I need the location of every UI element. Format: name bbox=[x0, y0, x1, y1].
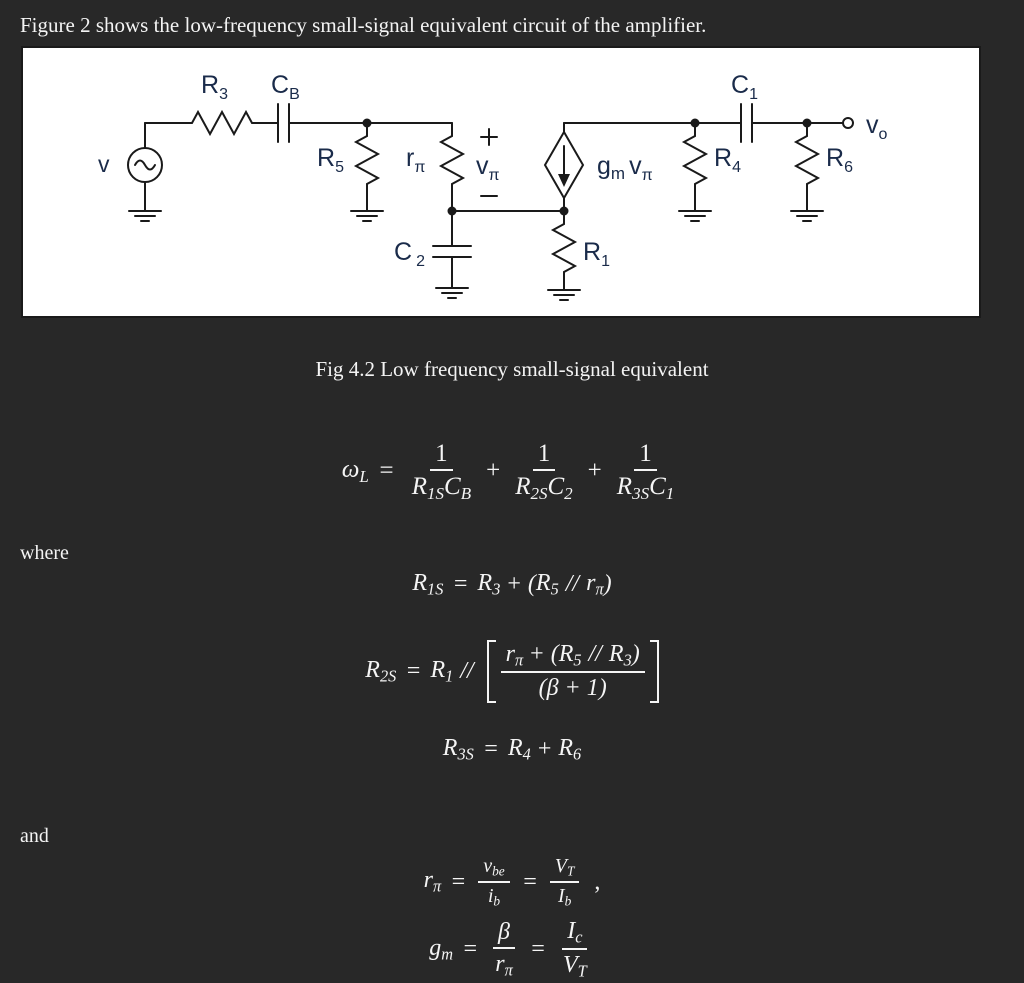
equation-r-pi: rπ = vbe ib = VT Ib , bbox=[0, 855, 1024, 909]
rpi-lhs: rπ bbox=[423, 867, 442, 896]
resistor-rpi-symbol bbox=[438, 122, 466, 212]
equation-r2s: R2S = R1 // rπ + (R5//R3) (β + 1) bbox=[0, 640, 1024, 703]
label-r3: R3 bbox=[201, 71, 228, 103]
figure-caption: Fig 4.2 Low frequency small-signal equiv… bbox=[315, 357, 709, 381]
bracket-right bbox=[649, 640, 659, 703]
r2s-lhs: R2S bbox=[365, 656, 397, 686]
circuit-svg: v R3 CB R5 rπ vπ C2 gm vπ R1 C1 R4 R6 vo bbox=[98, 71, 888, 301]
equals-sign: = bbox=[482, 736, 499, 763]
plus-sign-2: + bbox=[587, 457, 602, 485]
label-c1: C1 bbox=[731, 71, 758, 103]
label-c2: C2 bbox=[394, 238, 425, 270]
equation-r1s: R1S = R3 + ( R5 // rπ ) bbox=[0, 570, 1024, 600]
resistor-r3-symbol bbox=[185, 109, 259, 137]
equals-sign-1: = bbox=[462, 935, 479, 962]
label-r1: R1 bbox=[583, 238, 610, 270]
r2s-term-r1: R1 bbox=[430, 656, 454, 686]
fraction-term-1: 1 R1SCB bbox=[411, 440, 472, 503]
fraction-vbe-ib: vbe ib bbox=[478, 855, 510, 909]
intro-paragraph: Figure 2 shows the low-frequency small-s… bbox=[20, 13, 707, 37]
document-page: Figure 2 shows the low-frequency small-s… bbox=[0, 0, 1024, 983]
equals-sign-1: = bbox=[450, 868, 467, 895]
comma: , bbox=[594, 868, 601, 895]
parallel-operator: // bbox=[460, 657, 474, 684]
label-cb: CB bbox=[271, 71, 300, 103]
fraction-beta-rpi: β rπ bbox=[490, 919, 518, 980]
plus-sign-1: + bbox=[486, 457, 501, 485]
equals-sign: = bbox=[377, 457, 395, 485]
r1s-term-r5: R5 bbox=[535, 570, 559, 599]
label-r5: R5 bbox=[317, 144, 344, 176]
resistor-r6-symbol bbox=[793, 122, 821, 199]
equation-gm: gm = β rπ = Ic VT bbox=[0, 918, 1024, 981]
paren-open: ( bbox=[527, 571, 536, 598]
equation-r3s: R3S = R4 + R6 bbox=[0, 735, 1024, 765]
fraction-r2s: rπ + (R5//R3) (β + 1) bbox=[500, 641, 645, 702]
and-label: and bbox=[20, 825, 49, 847]
figure-circuit-diagram: v R3 CB R5 rπ vπ C2 gm vπ R1 C1 R4 R6 vo bbox=[21, 46, 981, 318]
label-r6: R6 bbox=[826, 144, 853, 176]
bracket-left bbox=[486, 640, 496, 703]
plus-sign: + bbox=[537, 736, 552, 763]
sine-wave-icon bbox=[134, 159, 156, 171]
r1s-term-rpi: rπ bbox=[586, 570, 604, 599]
label-r4: R4 bbox=[714, 144, 741, 176]
equals-sign-2: = bbox=[529, 935, 546, 962]
label-vo: vo bbox=[866, 111, 888, 143]
paren-close: ) bbox=[603, 571, 612, 598]
plus-sign: + bbox=[507, 571, 521, 598]
fraction-ic-vt: Ic VT bbox=[562, 918, 588, 981]
bracket-group: rπ + (R5//R3) (β + 1) bbox=[486, 640, 659, 703]
resistor-r4-symbol bbox=[681, 122, 709, 199]
output-terminal-circle bbox=[842, 117, 854, 129]
equals-sign: = bbox=[452, 571, 469, 598]
fraction-vt-ib: VT Ib bbox=[549, 855, 580, 909]
r3s-term-r6: R6 bbox=[558, 735, 582, 764]
fraction-term-3: 1 R3SC1 bbox=[616, 440, 675, 503]
equals-sign-2: = bbox=[521, 868, 538, 895]
label-rpi: rπ bbox=[406, 144, 425, 176]
fraction-term-2: 1 R2SC2 bbox=[515, 440, 573, 503]
resistor-r1-symbol bbox=[550, 210, 578, 291]
resistor-r5-symbol bbox=[353, 122, 381, 199]
r1s-term-r3: R3 bbox=[477, 570, 501, 599]
label-source-v: v bbox=[98, 151, 110, 177]
parallel-operator: // bbox=[565, 571, 580, 598]
r3s-lhs: R3S bbox=[442, 735, 474, 764]
dependent-source-arrow-head bbox=[558, 174, 570, 187]
equals-sign: = bbox=[405, 657, 422, 684]
label-vpi: vπ bbox=[476, 152, 500, 184]
r3s-term-r4: R4 bbox=[507, 735, 531, 764]
where-label: where bbox=[20, 542, 69, 564]
r1s-lhs: R1S bbox=[412, 570, 444, 599]
gm-lhs: gm bbox=[429, 934, 454, 964]
label-gm-vpi: gm vπ bbox=[597, 152, 653, 184]
omega-l-lhs: ωL bbox=[341, 456, 369, 486]
equation-omega-l: ωL = 1 R1SCB + 1 R2SC2 + 1 R3SC1 bbox=[0, 440, 1024, 503]
